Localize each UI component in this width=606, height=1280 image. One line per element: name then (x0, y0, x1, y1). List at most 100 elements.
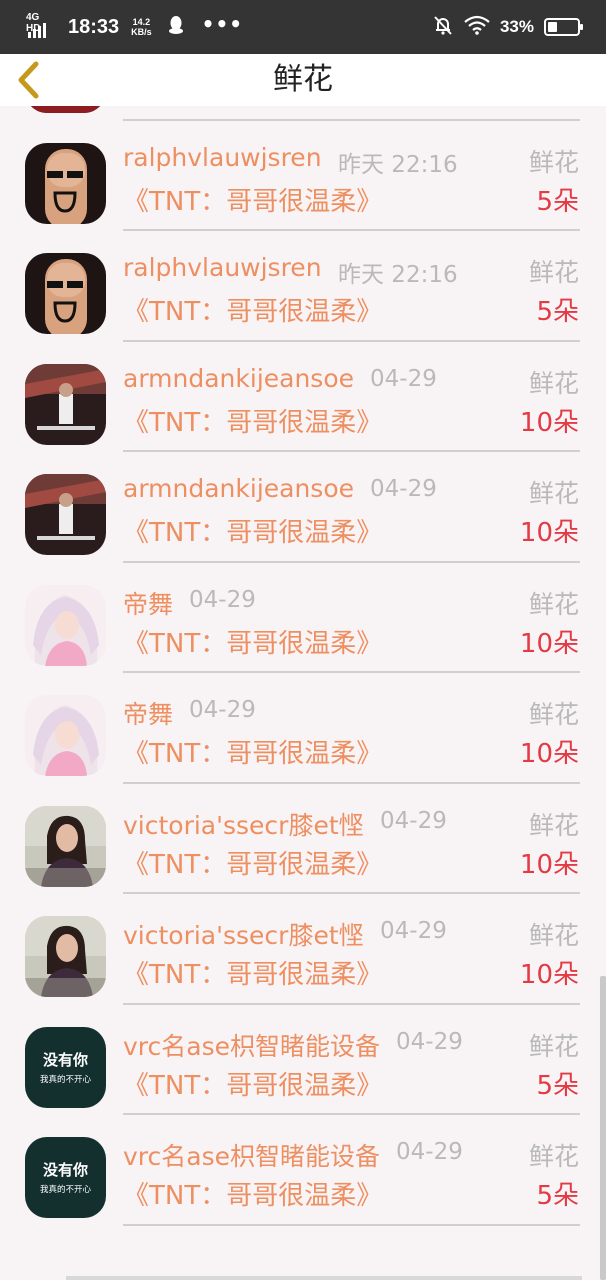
avatar-woman-photo[interactable] (25, 805, 106, 887)
gift-type: 鲜花 (528, 258, 579, 287)
more-notifications-icon: ••• (201, 12, 244, 36)
battery-percent: 33% (499, 17, 534, 36)
timestamp: 04-29 (189, 697, 256, 723)
username[interactable]: armndankijeansoe (123, 364, 354, 393)
timestamp: 04-29 (189, 586, 256, 613)
list-item[interactable]: armndankijeansoe 04-29 鲜花 《TNT：哥哥很温柔》 10朵 (0, 342, 606, 452)
nav-bar: 鲜花 (0, 54, 606, 106)
username[interactable]: ralphvlauwjsren (123, 253, 322, 282)
gift-count: 10朵 (519, 518, 579, 548)
gift-count: 10朵 (519, 739, 579, 769)
list-item[interactable]: 帝舞 04-29 鲜花《TNT：哥哥很温柔》 10朵 (0, 673, 606, 784)
page-title: 鲜花 (273, 62, 333, 97)
network-speed: 14.2 KB/s (131, 17, 152, 37)
avatar-text-tile[interactable]: 没有你 我真的不开心 (25, 1137, 106, 1218)
avatar-dark-photo[interactable] (25, 363, 106, 445)
svg-text:我真的不开心: 我真的不开心 (40, 1074, 92, 1085)
speed-unit: KB/s (131, 27, 152, 37)
list-item[interactable]: victoria'ssecr膝et悭 04-29 鲜花《TNT：哥哥很温柔》 10朵 (0, 894, 606, 1005)
gift-type: 鲜花 (528, 1031, 579, 1061)
work-title-link[interactable]: 《TNT：哥哥很温柔》 (123, 512, 382, 549)
gift-count: 10朵 (519, 407, 579, 438)
gift-count: 5朵 (536, 297, 579, 327)
work-title-link[interactable]: 《TNT：哥哥很温柔》 (123, 1175, 382, 1212)
work-title-link[interactable]: 《TNT：哥哥很温柔》 (123, 181, 382, 218)
gift-list-content: 鲜花《TNT：哥哥很温柔》5朵ralphvlauwjsren昨天 22:16鲜花… (0, 106, 606, 1226)
gift-type: 鲜花 (528, 368, 579, 398)
work-title-link[interactable]: 《TNT：哥哥很温柔》 (123, 291, 382, 328)
username[interactable]: vrc名ase枳智睹能设备 (123, 1027, 380, 1063)
work-title-link[interactable]: 《TNT：哥哥很温柔》 (123, 1065, 382, 1102)
list-item[interactable]: ralphvlauwjsren 昨天 22:16 鲜花《TNT：哥哥很温柔》 5朵 (0, 231, 606, 342)
username[interactable]: 帝舞 (123, 585, 173, 621)
work-title-link[interactable]: 《TNT：哥哥很温柔》 (123, 844, 382, 881)
status-right: 33% (432, 0, 583, 54)
username[interactable]: armndankijeansoe (123, 474, 354, 503)
avatar-finger-face[interactable] (25, 142, 106, 224)
svg-text:没有你: 没有你 (43, 1051, 88, 1069)
list-item[interactable]: 没有你我真的不开心 vrc名ase枳智睹能设备 04-29 鲜花《TNT：哥哥很温柔》… (0, 1005, 606, 1115)
avatar-anime-girl[interactable] (25, 584, 106, 666)
timestamp: 04-29 (380, 918, 447, 944)
work-title-link[interactable]: 《TNT：哥哥很温柔》 (123, 954, 382, 991)
avatar-woman-photo[interactable] (25, 916, 106, 997)
row-divider (123, 1223, 580, 1226)
battery-icon (544, 18, 583, 36)
avatar-finger-face[interactable] (25, 253, 106, 334)
gift-type: 鲜花 (528, 810, 579, 840)
gift-list[interactable]: 鲜花《TNT：哥哥很温柔》5朵ralphvlauwjsren昨天 22:16鲜花… (0, 106, 606, 1280)
avatar-dark-photo[interactable] (25, 474, 106, 555)
work-title-link[interactable]: 《TNT：哥哥很温柔》 (123, 106, 382, 107)
status-time: 18:33 (68, 15, 120, 38)
username[interactable]: ralphvlauwjsren (123, 143, 322, 172)
avatar-photo-red[interactable] (25, 106, 106, 113)
list-item[interactable]: victoria'ssecr膝et悭 04-29 鲜花《TNT：哥哥很温柔》 10朵 (0, 784, 606, 894)
list-item[interactable]: ralphvlauwjsren 昨天 22:16 鲜花《TNT：哥哥很温柔》 5朵 (0, 121, 606, 231)
mute-icon (432, 14, 454, 40)
svg-text:我真的不开心: 我真的不开心 (40, 1184, 92, 1195)
gift-type: 鲜花 (528, 700, 579, 729)
status-bar: 4G HD 18:33 14.2 KB/s ••• (0, 0, 606, 54)
screen: 4G HD 18:33 14.2 KB/s ••• (0, 0, 606, 1280)
bottom-divider (66, 1276, 582, 1280)
battery-level (548, 22, 557, 32)
timestamp: 04-29 (380, 807, 447, 834)
gift-count: 5朵 (536, 186, 579, 217)
timestamp: 04-29 (396, 1139, 463, 1165)
list-item[interactable]: 帝舞 04-29 鲜花《TNT：哥哥很温柔》 10朵 (0, 563, 606, 673)
gift-count: 5朵 (536, 106, 579, 107)
timestamp: 04-29 (370, 476, 437, 502)
qq-icon (168, 15, 184, 39)
timestamp: 昨天 22:16 (338, 262, 458, 288)
username[interactable]: victoria'ssecr膝et悭 (123, 806, 364, 842)
gift-count: 5朵 (536, 1070, 579, 1101)
username[interactable]: vrc名ase枳智睹能设备 (123, 1137, 380, 1173)
gift-count: 10朵 (519, 628, 579, 659)
speed-value: 14.2 (132, 17, 151, 27)
gift-count: 5朵 (536, 1181, 579, 1211)
gift-type: 鲜花 (528, 147, 579, 177)
username[interactable]: 帝舞 (123, 695, 173, 731)
timestamp: 昨天 22:16 (338, 151, 458, 178)
gift-count: 10朵 (519, 960, 579, 990)
timestamp: 04-29 (396, 1028, 463, 1055)
work-title-link[interactable]: 《TNT：哥哥很温柔》 (123, 402, 382, 439)
username[interactable]: victoria'ssecr膝et悭 (123, 916, 364, 952)
status-left: 4G HD 18:33 14.2 KB/s ••• (26, 0, 243, 54)
svg-text:没有你: 没有你 (43, 1161, 88, 1179)
gift-type: 鲜花 (528, 589, 579, 619)
list-item[interactable]: armndankijeansoe 04-29 鲜花《TNT：哥哥很温柔》 10朵 (0, 452, 606, 563)
scrollbar[interactable] (600, 976, 606, 1280)
gift-type: 鲜花 (528, 479, 579, 508)
work-title-link[interactable]: 《TNT：哥哥很温柔》 (123, 733, 382, 770)
avatar-text-tile[interactable]: 没有你 我真的不开心 (25, 1026, 106, 1108)
signal-icon: 4G HD (26, 12, 54, 40)
work-title-link[interactable]: 《TNT：哥哥很温柔》 (123, 623, 382, 660)
avatar-anime-girl[interactable] (25, 695, 106, 776)
list-item[interactable]: 没有你我真的不开心 vrc名ase枳智睹能设备 04-29 鲜花《TNT：哥哥很温柔》… (0, 1115, 606, 1226)
gift-type: 鲜花 (528, 921, 579, 950)
gift-type: 鲜花 (528, 1142, 579, 1171)
gift-count: 10朵 (519, 849, 579, 880)
list-item[interactable]: 鲜花《TNT：哥哥很温柔》5朵 (0, 106, 606, 121)
wifi-icon (464, 15, 490, 39)
